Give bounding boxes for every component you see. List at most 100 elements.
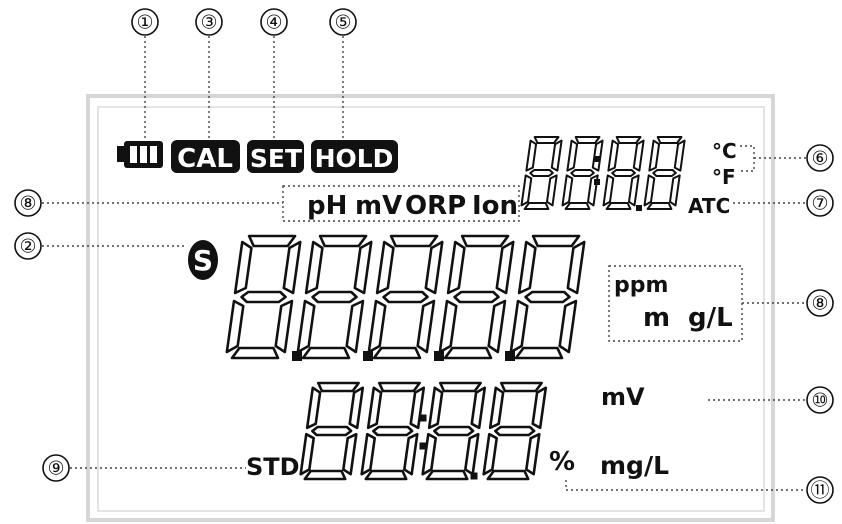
svg-text:HOLD: HOLD: [315, 144, 394, 173]
segment-c: [345, 299, 365, 354]
lcd-diagram: CAL SET HOLD pH mV ORP Ion °C °F ATC S p…: [14, 8, 834, 522]
segment-g: [433, 425, 475, 437]
segment-b: [531, 386, 548, 430]
segment-d: [230, 346, 280, 360]
callout-8-mode: ⑧: [14, 189, 42, 217]
seven-segment-digit: [367, 234, 444, 360]
callout-7: ⑦: [806, 189, 834, 217]
seven-segment-digit: [296, 234, 373, 360]
segment-e: [421, 432, 438, 476]
mode-label-orp: ORP: [405, 191, 466, 221]
seven-segment-digit: [482, 381, 548, 481]
segment-a: [389, 234, 439, 248]
segment-f: [648, 139, 661, 172]
secondary-display: [299, 381, 548, 481]
seven-segment-digit: [421, 381, 487, 481]
decimal-point: [594, 179, 600, 185]
svg-text:S: S: [193, 244, 213, 277]
segment-b: [673, 139, 686, 172]
seven-segment-digit: [602, 136, 645, 210]
temperature-display: [520, 136, 686, 211]
segment-c: [669, 174, 681, 207]
segment-e: [225, 299, 245, 354]
segment-g: [453, 290, 500, 304]
seven-segment-digit: [643, 136, 686, 210]
svg-text:⑧: ⑧: [811, 294, 828, 315]
decimal-point: [636, 205, 642, 211]
svg-text:④: ④: [265, 13, 282, 34]
segment-f: [566, 139, 579, 172]
unit-mv-secondary: mV: [601, 383, 645, 411]
segment-b: [566, 240, 586, 295]
segment-b: [470, 386, 487, 430]
seven-segment-digit: [360, 381, 426, 481]
segment-d: [303, 469, 347, 481]
segment-c: [403, 432, 419, 476]
segment-c: [558, 299, 578, 354]
segment-e: [602, 174, 615, 207]
segment-e: [561, 174, 574, 207]
segment-b: [591, 139, 604, 172]
segment-b: [282, 240, 302, 295]
segment-a: [377, 381, 421, 393]
segment-g: [524, 290, 571, 304]
segment-a: [656, 136, 683, 144]
svg-text:⑨: ⑨: [47, 459, 64, 480]
seven-segment-digit: [438, 234, 515, 360]
svg-text:⑦: ⑦: [811, 194, 828, 215]
segment-e: [360, 432, 377, 476]
segment-a: [438, 381, 482, 393]
segment-b: [348, 386, 365, 430]
callout-11: ⑪: [806, 476, 834, 504]
segment-d: [523, 202, 550, 210]
callout-3: ③: [195, 8, 223, 36]
decimal-point: [470, 472, 478, 480]
segment-c: [487, 299, 507, 354]
callout-5: ⑤: [329, 8, 357, 36]
svg-text:CAL: CAL: [177, 144, 233, 174]
segment-g: [372, 425, 414, 437]
stability-indicator: S: [188, 240, 218, 280]
callout-9: ⑨: [42, 454, 70, 482]
set-badge: SET: [247, 140, 304, 173]
segment-e: [299, 432, 316, 476]
segment-g: [382, 290, 429, 304]
segment-f: [525, 139, 538, 172]
segment-d: [514, 346, 564, 360]
svg-text:⑩: ⑩: [811, 391, 828, 412]
seven-segment-digit: [509, 234, 586, 360]
segment-e: [520, 174, 533, 207]
unit-ppm: ppm: [614, 273, 668, 298]
svg-text:③: ③: [200, 13, 217, 34]
unit-m: m: [643, 303, 670, 333]
segment-e: [367, 299, 387, 354]
callout-4: ④: [260, 8, 288, 36]
cal-badge: CAL: [171, 140, 240, 174]
svg-text:⑤: ⑤: [334, 13, 351, 34]
segment-c: [416, 299, 436, 354]
segment-e: [438, 299, 458, 354]
segment-a: [247, 234, 297, 248]
mode-label-ph: pH: [307, 191, 347, 221]
segment-a: [460, 234, 510, 248]
svg-text:⑥: ⑥: [811, 149, 828, 170]
segment-g: [611, 169, 636, 177]
segment-c: [464, 432, 480, 476]
segment-g: [240, 290, 287, 304]
segment-d: [364, 469, 408, 481]
segment-a: [499, 381, 543, 393]
segment-e: [643, 174, 656, 207]
segment-d: [443, 346, 493, 360]
segment-a: [533, 136, 560, 144]
svg-text:⑧: ⑧: [19, 194, 36, 215]
decimal-point: [419, 442, 427, 450]
decimal-point: [434, 351, 444, 361]
segment-f: [446, 240, 466, 295]
segment-a: [615, 136, 642, 144]
segment-b: [409, 386, 426, 430]
celsius-unit: °C: [712, 139, 737, 163]
hold-badge: HOLD: [311, 140, 398, 173]
svg-text:①: ①: [136, 13, 153, 34]
callout-6: ⑥: [806, 144, 834, 172]
segment-d: [564, 202, 591, 210]
